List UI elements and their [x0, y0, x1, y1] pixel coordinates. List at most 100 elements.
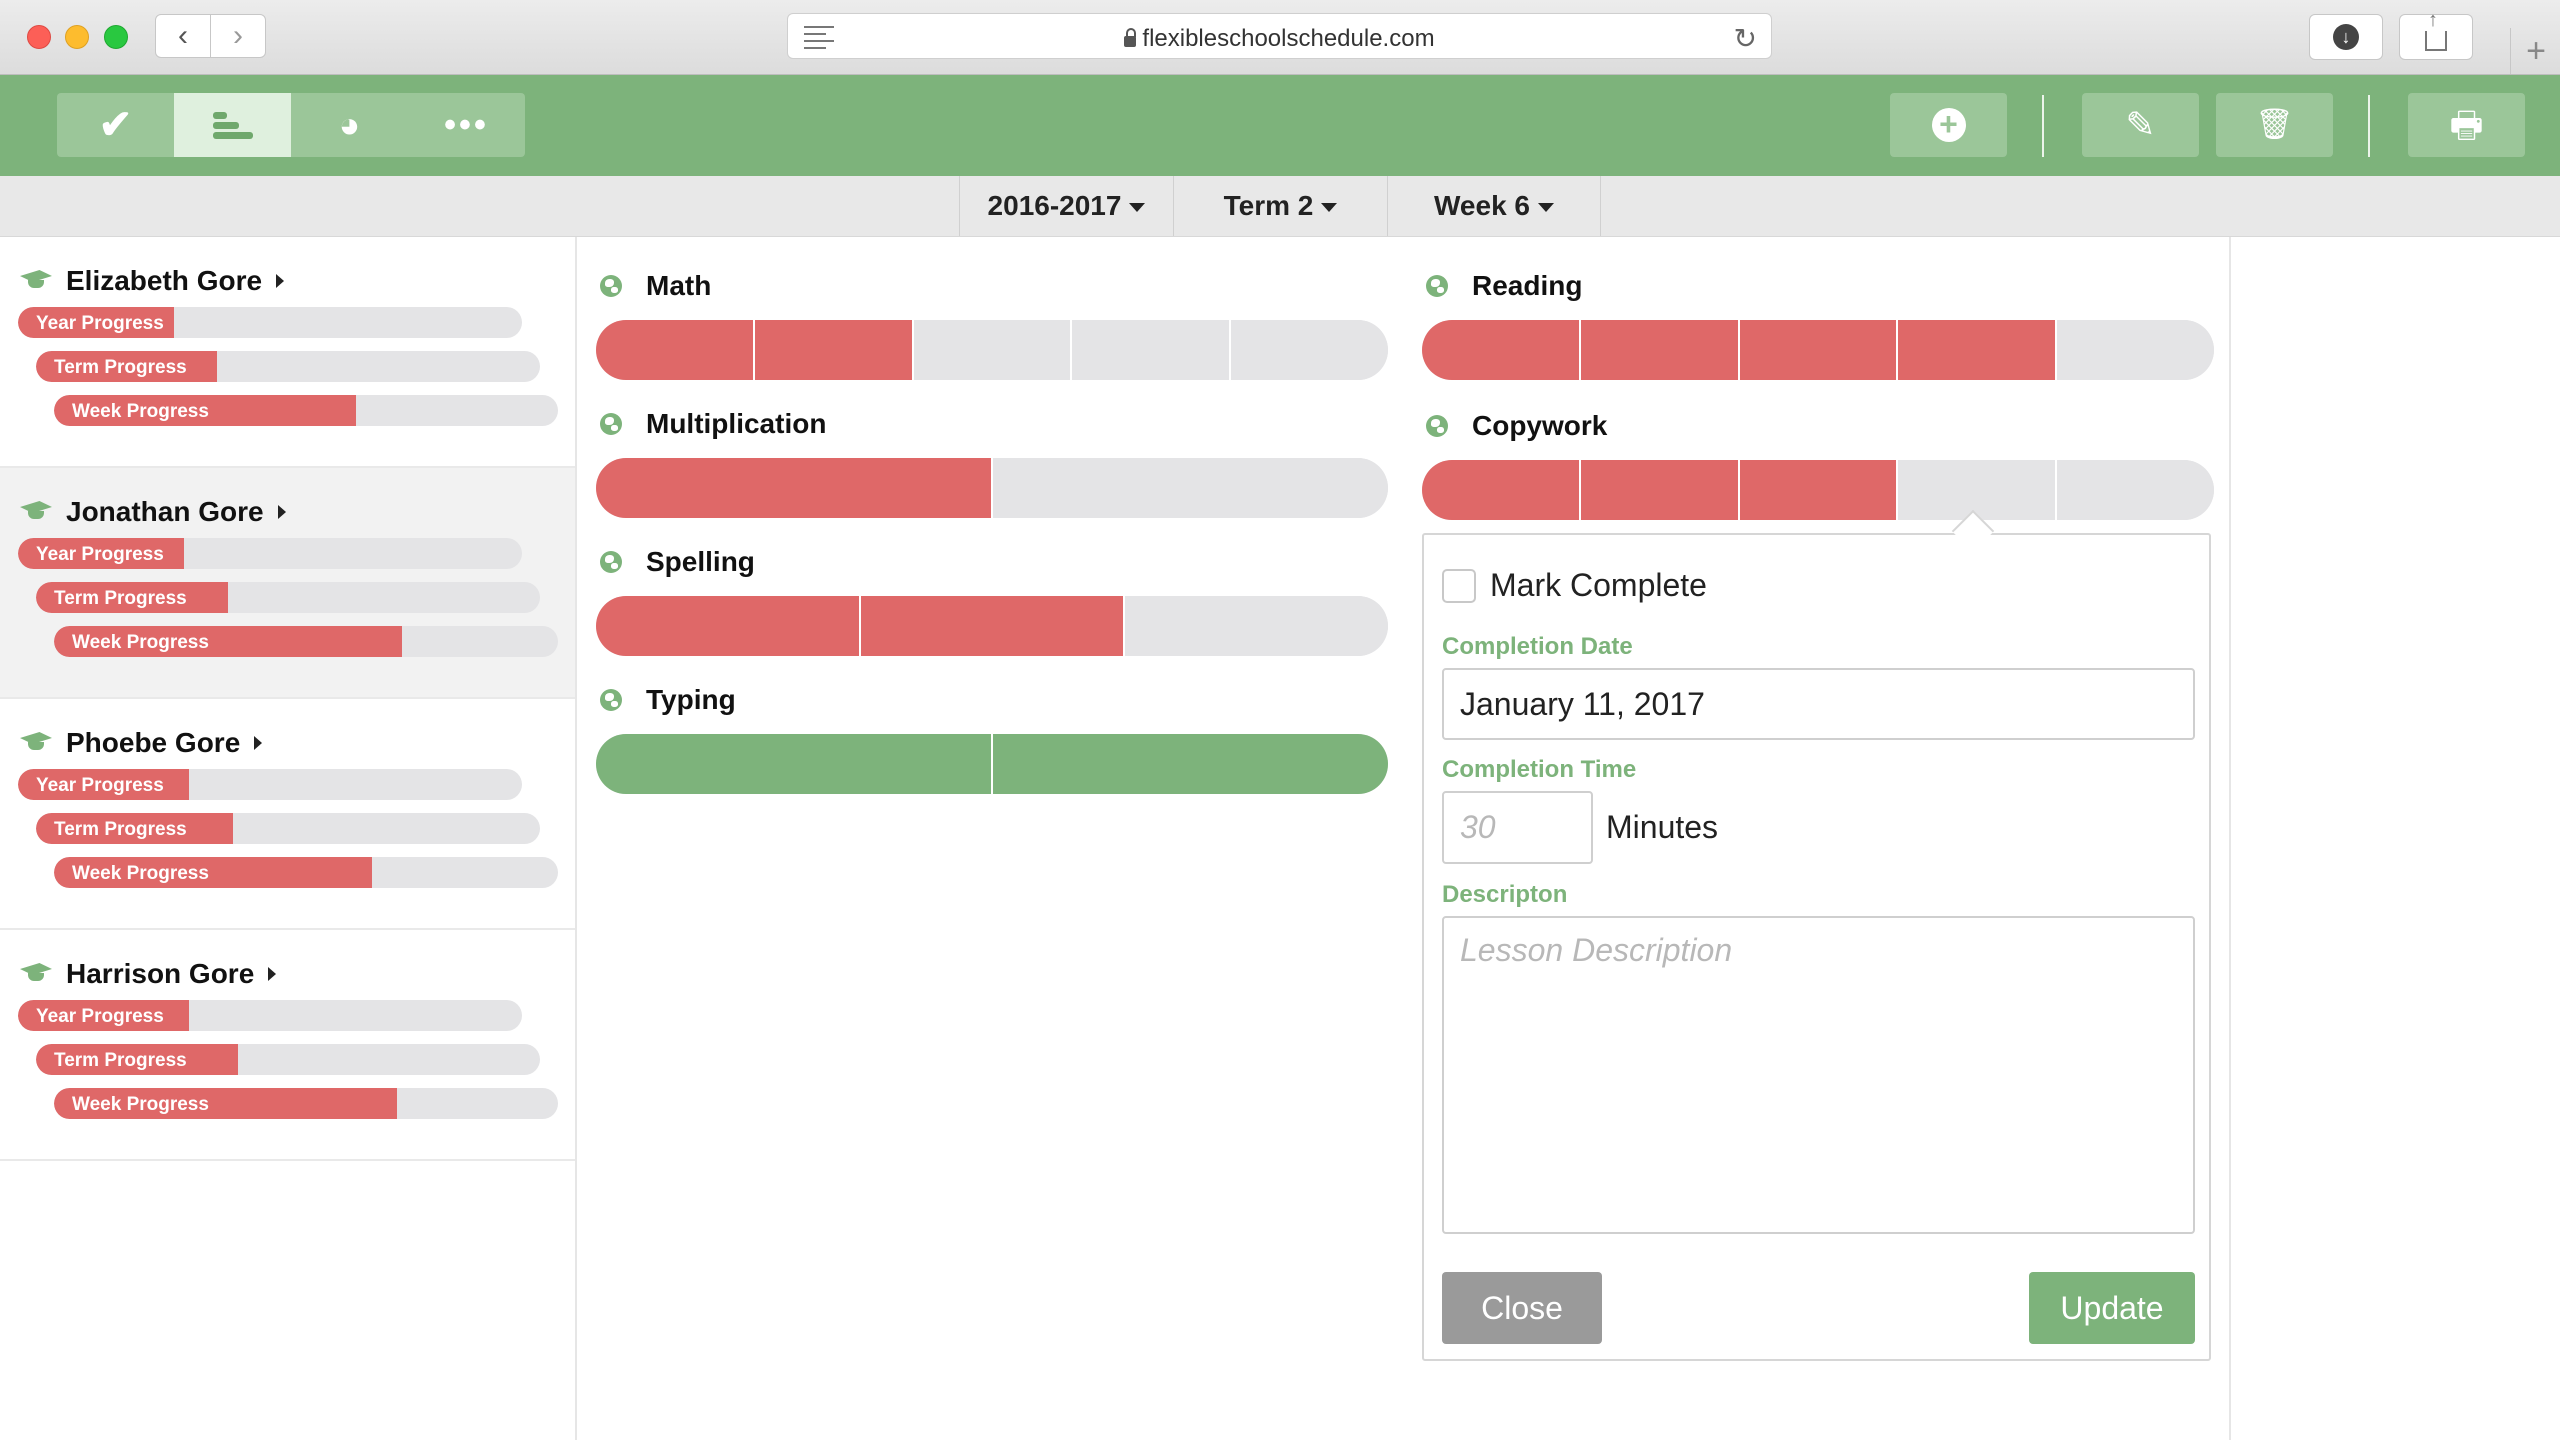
- lesson-segment[interactable]: [1070, 320, 1230, 380]
- lesson-segment[interactable]: [858, 596, 1124, 656]
- reload-icon[interactable]: ↻: [1734, 22, 1757, 55]
- close-window-button[interactable]: [27, 25, 51, 49]
- globe-icon: [600, 551, 622, 573]
- lesson-segment[interactable]: [1737, 320, 1897, 380]
- lesson-segment[interactable]: [596, 734, 991, 794]
- zoom-window-button[interactable]: [104, 25, 128, 49]
- graduation-cap-icon: [18, 965, 54, 983]
- student-card[interactable]: Jonathan Gore Year Progress Term Progress W…: [0, 468, 575, 699]
- printer-icon: 🖶: [2449, 104, 2484, 145]
- lesson-segment[interactable]: [1229, 320, 1388, 380]
- term-progress-bar: Term Progress: [36, 582, 540, 613]
- view-switcher: ✔ ◕ •••: [57, 93, 525, 157]
- year-progress-bar: Year Progress: [18, 307, 522, 338]
- week-progress-bar: Week Progress: [54, 1088, 558, 1119]
- week-dropdown[interactable]: Week 6: [1387, 176, 1601, 236]
- subject-copywork: Copywork: [1422, 410, 2214, 520]
- student-card[interactable]: Harrison Gore Year Progress Term Progress W…: [0, 930, 575, 1161]
- lesson-segment[interactable]: [1578, 460, 1738, 520]
- add-button[interactable]: +: [1890, 93, 2007, 157]
- close-button[interactable]: Close: [1442, 1272, 1602, 1344]
- more-button[interactable]: •••: [408, 93, 525, 157]
- lesson-segment[interactable]: [2055, 320, 2214, 380]
- lesson-segment[interactable]: [1422, 320, 1579, 380]
- pane-divider: [2229, 237, 2231, 1440]
- lesson-segment[interactable]: [596, 320, 753, 380]
- ellipsis-icon: •••: [444, 106, 489, 144]
- mark-complete-checkbox[interactable]: [1442, 568, 1476, 603]
- print-button[interactable]: 🖶: [2408, 93, 2525, 157]
- student-card[interactable]: Phoebe Gore Year Progress Term Progress Wee…: [0, 699, 575, 930]
- edit-button[interactable]: ✎: [2082, 93, 2199, 157]
- graduation-cap-icon: [18, 503, 54, 521]
- caret-down-icon: [1321, 202, 1338, 212]
- globe-icon: [1426, 275, 1448, 297]
- lesson-segment[interactable]: [1422, 460, 1579, 520]
- address-bar[interactable]: flexibleschoolschedule.com ↻: [787, 13, 1772, 59]
- toolbar-divider: [2042, 95, 2044, 157]
- year-value: 2016-2017: [987, 190, 1122, 221]
- term-progress-bar: Term Progress: [36, 1044, 540, 1075]
- student-sidebar: Elizabeth Gore Year Progress Term Progress…: [0, 237, 577, 1440]
- lesson-segment[interactable]: [596, 596, 859, 656]
- lesson-segment[interactable]: [2055, 460, 2214, 520]
- downloads-button[interactable]: ↓: [2309, 14, 2383, 60]
- week-progress-label: Week Progress: [72, 1094, 209, 1115]
- term-progress-label: Term Progress: [54, 588, 187, 609]
- year-progress-label: Year Progress: [36, 775, 164, 796]
- delete-button[interactable]: 🗑: [2216, 93, 2333, 157]
- year-dropdown[interactable]: 2016-2017: [959, 176, 1173, 236]
- lesson-segment[interactable]: [1896, 320, 2056, 380]
- lesson-segment[interactable]: [991, 734, 1388, 794]
- back-button[interactable]: ‹: [155, 14, 211, 58]
- share-button[interactable]: [2399, 9, 2473, 60]
- minutes-label: Minutes: [1606, 809, 1719, 845]
- minutes-input[interactable]: [1442, 791, 1593, 864]
- subject-header: Typing: [596, 684, 1388, 716]
- graduation-cap-icon: [18, 272, 54, 290]
- lesson-segment[interactable]: [596, 458, 991, 518]
- term-progress-label: Term Progress: [54, 819, 187, 840]
- lesson-segment[interactable]: [1578, 320, 1738, 380]
- subject-name: Typing: [646, 684, 736, 715]
- student-header[interactable]: Jonathan Gore: [18, 496, 286, 528]
- year-progress-bar: Year Progress: [18, 538, 522, 569]
- update-button[interactable]: Update: [2029, 1272, 2195, 1344]
- lesson-segment[interactable]: [1123, 596, 1388, 656]
- complete-view-button[interactable]: ✔: [57, 93, 174, 157]
- globe-icon: [600, 413, 622, 435]
- forward-button[interactable]: ›: [210, 14, 266, 58]
- progress-view-button[interactable]: [174, 93, 291, 157]
- subject-name: Math: [646, 270, 712, 301]
- subject-header: Copywork: [1422, 410, 2214, 442]
- globe-icon: [1426, 415, 1448, 437]
- minimize-window-button[interactable]: [65, 25, 89, 49]
- completion-date-field[interactable]: [1442, 668, 2195, 740]
- new-tab-button[interactable]: +: [2510, 28, 2560, 74]
- caret-right-icon: [268, 967, 277, 981]
- app-toolbar: ✔ ◕ ••• + ✎ 🗑 🖶: [0, 75, 2560, 176]
- term-progress-label: Term Progress: [54, 357, 187, 378]
- week-progress-label: Week Progress: [72, 401, 209, 422]
- browser-toolbar: ‹ › flexibleschoolschedule.com ↻ ↓ +: [0, 0, 2560, 75]
- student-header[interactable]: Elizabeth Gore: [18, 265, 285, 297]
- chart-view-button[interactable]: ◕: [291, 93, 408, 157]
- term-dropdown[interactable]: Term 2: [1173, 176, 1387, 236]
- bars-icon: [212, 109, 253, 142]
- year-progress-label: Year Progress: [36, 313, 164, 334]
- lesson-segment[interactable]: [991, 458, 1388, 518]
- subject-math: Math: [596, 270, 1388, 380]
- lesson-progress-bar: [1422, 460, 2214, 520]
- week-progress-label: Week Progress: [72, 632, 209, 653]
- mark-complete-row[interactable]: Mark Complete: [1442, 567, 1707, 604]
- student-header[interactable]: Harrison Gore: [18, 958, 277, 990]
- lesson-segment[interactable]: [1737, 460, 1897, 520]
- student-card[interactable]: Elizabeth Gore Year Progress Term Progress…: [0, 237, 575, 468]
- subject-reading: Reading: [1422, 270, 2214, 380]
- description-field[interactable]: [1442, 916, 2195, 1234]
- lesson-segment[interactable]: [1896, 460, 2056, 520]
- lesson-segment[interactable]: [911, 320, 1071, 380]
- student-header[interactable]: Phoebe Gore: [18, 727, 263, 759]
- lesson-segment[interactable]: [752, 320, 912, 380]
- subject-header: Spelling: [596, 546, 1388, 578]
